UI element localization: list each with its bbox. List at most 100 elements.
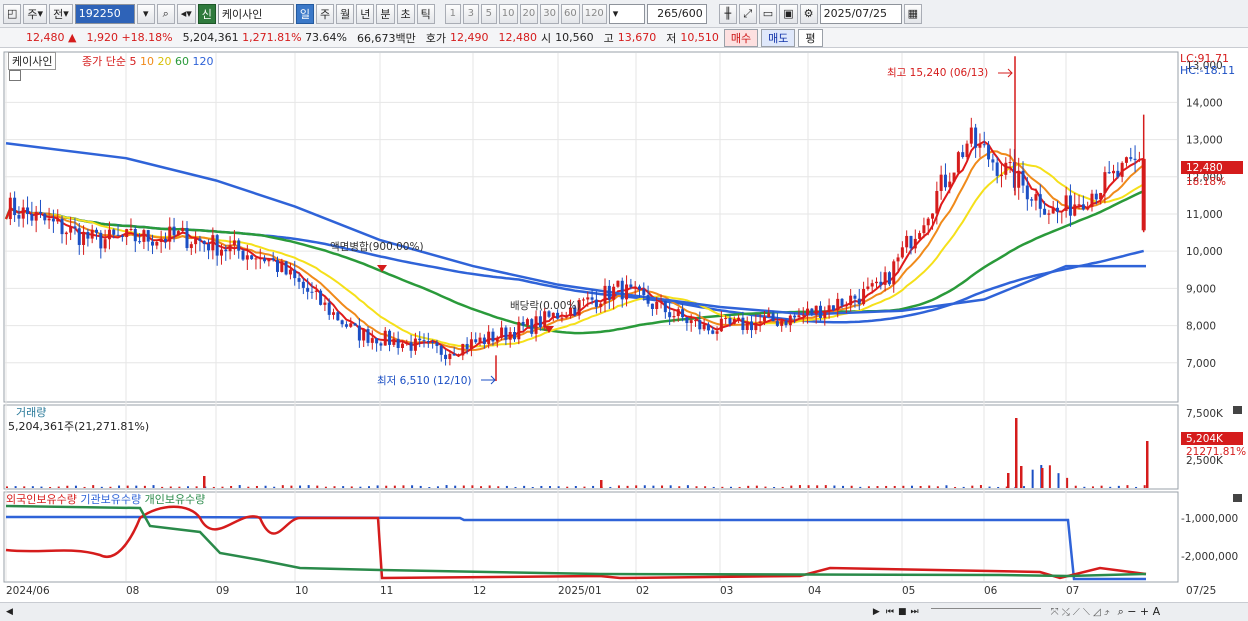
volume-bar (49, 486, 52, 488)
volume-bar (1109, 486, 1112, 488)
volume-bar (74, 485, 77, 488)
print-icon[interactable]: ▭ (758, 3, 778, 24)
stock-name-field[interactable]: 케이사인 (217, 3, 294, 24)
x-axis-tick: 2025/01 (558, 585, 602, 597)
draw-tool-icon[interactable]: ⤢ (738, 3, 757, 24)
step-5[interactable]: 5 (480, 3, 497, 24)
candle-body (219, 249, 223, 256)
candle-body (461, 343, 465, 356)
holding-legend[interactable]: 외국인보유수량 기관보유수량 개인보유수량 (6, 491, 205, 507)
candle-body (439, 345, 443, 355)
price-axis-tick: 14,000 (1186, 97, 1223, 109)
scroll-right-icon[interactable]: ▶ (873, 607, 880, 617)
candle-body (465, 343, 469, 350)
candle-body (293, 269, 297, 279)
window-menu-icon[interactable]: ◰ (3, 3, 22, 24)
first-icon[interactable]: ⏮ (886, 607, 894, 617)
holding-panel-close-icon[interactable] (1233, 494, 1242, 502)
grid-toggle-icon[interactable] (9, 70, 21, 81)
search-icon[interactable]: ⌕ (156, 3, 175, 24)
candle-body (405, 342, 409, 344)
last-icon[interactable]: ⏭ (910, 607, 918, 617)
interval-year[interactable]: 년 (356, 3, 375, 24)
zoom-icon[interactable]: ⌕ − + A (1118, 605, 1161, 619)
candle-body (56, 218, 60, 222)
candle-body (741, 317, 745, 331)
date-field[interactable]: 2025/07/25 (819, 3, 902, 24)
foreign-legend: 외국인보유수량 (6, 493, 77, 506)
volume-bar (152, 485, 155, 488)
quote-bar: 12,480 ▲ 1,920 +18.18% 5,204,361 1,271.8… (0, 28, 1248, 48)
candle-body (120, 235, 124, 238)
candle-body (999, 174, 1003, 176)
candle-body (831, 305, 835, 311)
volume-bar (592, 485, 595, 488)
volume-bar (540, 485, 543, 488)
volume-spike (1015, 418, 1018, 488)
gear-icon[interactable]: ⚙ (799, 3, 818, 24)
interval-tick[interactable]: 틱 (416, 3, 435, 24)
volume-bar (57, 486, 60, 488)
step-20[interactable]: 20 (519, 3, 539, 24)
candle-body (517, 321, 521, 340)
candle-body (99, 232, 103, 249)
interval-month[interactable]: 월 (336, 3, 355, 24)
candle-body (900, 247, 904, 258)
code-dropdown-icon[interactable]: ▾ (136, 3, 155, 24)
prev-select[interactable]: 전 ▾ (49, 3, 73, 24)
volume-axis-tick: 7,500K (1186, 408, 1224, 420)
step-30[interactable]: 30 (540, 3, 559, 24)
interval-minute[interactable]: 분 (376, 3, 395, 24)
candle-body (51, 218, 55, 222)
step-3[interactable]: 3 (462, 3, 479, 24)
candle-body (1004, 162, 1008, 175)
period-select[interactable]: 주 ▾ (23, 3, 48, 24)
calendar-icon[interactable]: ▦ (903, 3, 923, 24)
price-axis-tick: 10,000 (1186, 246, 1223, 258)
chart-canvas[interactable]: 13,00014,00013,00012,00011,00010,0009,00… (0, 48, 1248, 602)
holding-axis-tick: -1,000,000 (1181, 513, 1238, 525)
bottom-scrollbar[interactable]: ◀ ▶ ⏮ ■ ⏭ ⤧ ⤯ ⟋ ⟍ ◿ ⤴ ⌕ − + A (0, 602, 1248, 621)
stop-icon[interactable]: ■ (898, 607, 907, 617)
count-field[interactable]: 265/600 (646, 3, 707, 24)
candle-body (581, 299, 585, 301)
buy-button[interactable]: 매수 (723, 28, 759, 47)
candle-body (1112, 170, 1116, 174)
volume-bar (712, 486, 715, 488)
stock-label[interactable]: 케이사인 (8, 52, 57, 70)
candle-body (336, 312, 340, 321)
candle-body (551, 312, 555, 317)
candle-body (340, 320, 344, 325)
credit-badge[interactable]: 신 (197, 3, 216, 24)
candle-body (250, 255, 254, 260)
step-1[interactable]: 1 (444, 3, 461, 24)
scroll-left-icon[interactable]: ◀ (6, 607, 13, 617)
x-axis-tick: 03 (720, 585, 733, 597)
volume-panel-close-icon[interactable] (1233, 406, 1242, 414)
ma-legend[interactable]: 종가 단순 5 10 20 60 120 (82, 53, 213, 69)
draw-tools-icon[interactable]: ⤧ ⤯ ⟋ ⟍ ◿ ⤴ (1051, 607, 1110, 618)
candle-body (232, 240, 236, 246)
price-axis-tick: 11,000 (1186, 209, 1223, 221)
candle-body (413, 338, 417, 351)
candle-type-icon[interactable]: ╫ (718, 3, 737, 24)
save-icon[interactable]: ▣ (779, 3, 798, 24)
volume-bar (566, 486, 569, 488)
step-120[interactable]: 120 (581, 3, 607, 24)
step-10[interactable]: 10 (498, 3, 518, 24)
eval-button[interactable]: 평 (798, 28, 823, 47)
ma60-label: 60 (174, 55, 189, 68)
step-60[interactable]: 60 (560, 3, 580, 24)
candle-body (211, 235, 215, 251)
hoga2-value: 12,480 (498, 31, 538, 44)
interval-second[interactable]: 초 (396, 3, 415, 24)
step-custom-input[interactable]: ▾ (608, 3, 645, 24)
speaker-icon[interactable]: ◂▾ (176, 3, 196, 24)
stock-code-input[interactable]: 192250 (74, 3, 135, 24)
sell-button[interactable]: 매도 (761, 28, 796, 47)
zoom-slider[interactable] (930, 608, 1041, 616)
interval-week[interactable]: 주 (316, 3, 335, 24)
candle-body (129, 229, 133, 231)
volume-bar (738, 486, 741, 488)
interval-day[interactable]: 일 (295, 3, 315, 24)
